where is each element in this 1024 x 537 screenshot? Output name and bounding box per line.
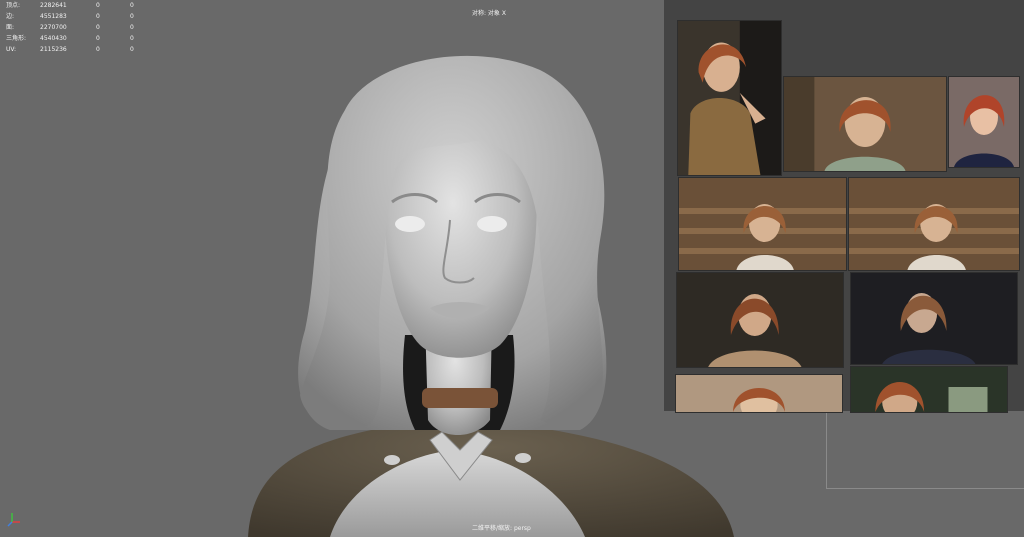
camera-label: 二维平移/缩放: persp [472, 525, 531, 532]
left-eye [395, 216, 425, 232]
hud-row-edges: 边: 4551283 0 0 [6, 13, 134, 20]
reference-photo-1[interactable] [677, 20, 782, 176]
choker [422, 388, 498, 408]
right-eye [477, 216, 507, 232]
panel-frame [826, 411, 1024, 489]
reference-photo-7[interactable] [850, 272, 1018, 365]
hud-row-uvs: UV: 2115236 0 0 [6, 46, 134, 53]
poly-count-hud: 顶点: 2282641 0 0 边: 4551283 0 0 面: 227070… [6, 0, 150, 55]
reference-photo-4[interactable] [678, 177, 847, 271]
reference-photo-5[interactable] [848, 177, 1020, 271]
symmetry-label: 对称: 对象 X [472, 10, 506, 17]
reference-photo-2[interactable] [783, 76, 947, 172]
hud-row-triangles: 三角形: 4540430 0 0 [6, 35, 134, 42]
hud-row-faces: 面: 2270700 0 0 [6, 24, 134, 31]
hud-row-vertices: 顶点: 2282641 0 0 [6, 2, 134, 9]
axis-gizmo-icon [7, 513, 20, 527]
reference-photo-6[interactable] [676, 272, 844, 368]
reference-image-panel[interactable] [664, 0, 1024, 413]
reference-photo-9[interactable] [850, 366, 1008, 413]
reference-photo-3[interactable] [948, 76, 1020, 168]
reference-photo-8[interactable] [675, 374, 843, 413]
